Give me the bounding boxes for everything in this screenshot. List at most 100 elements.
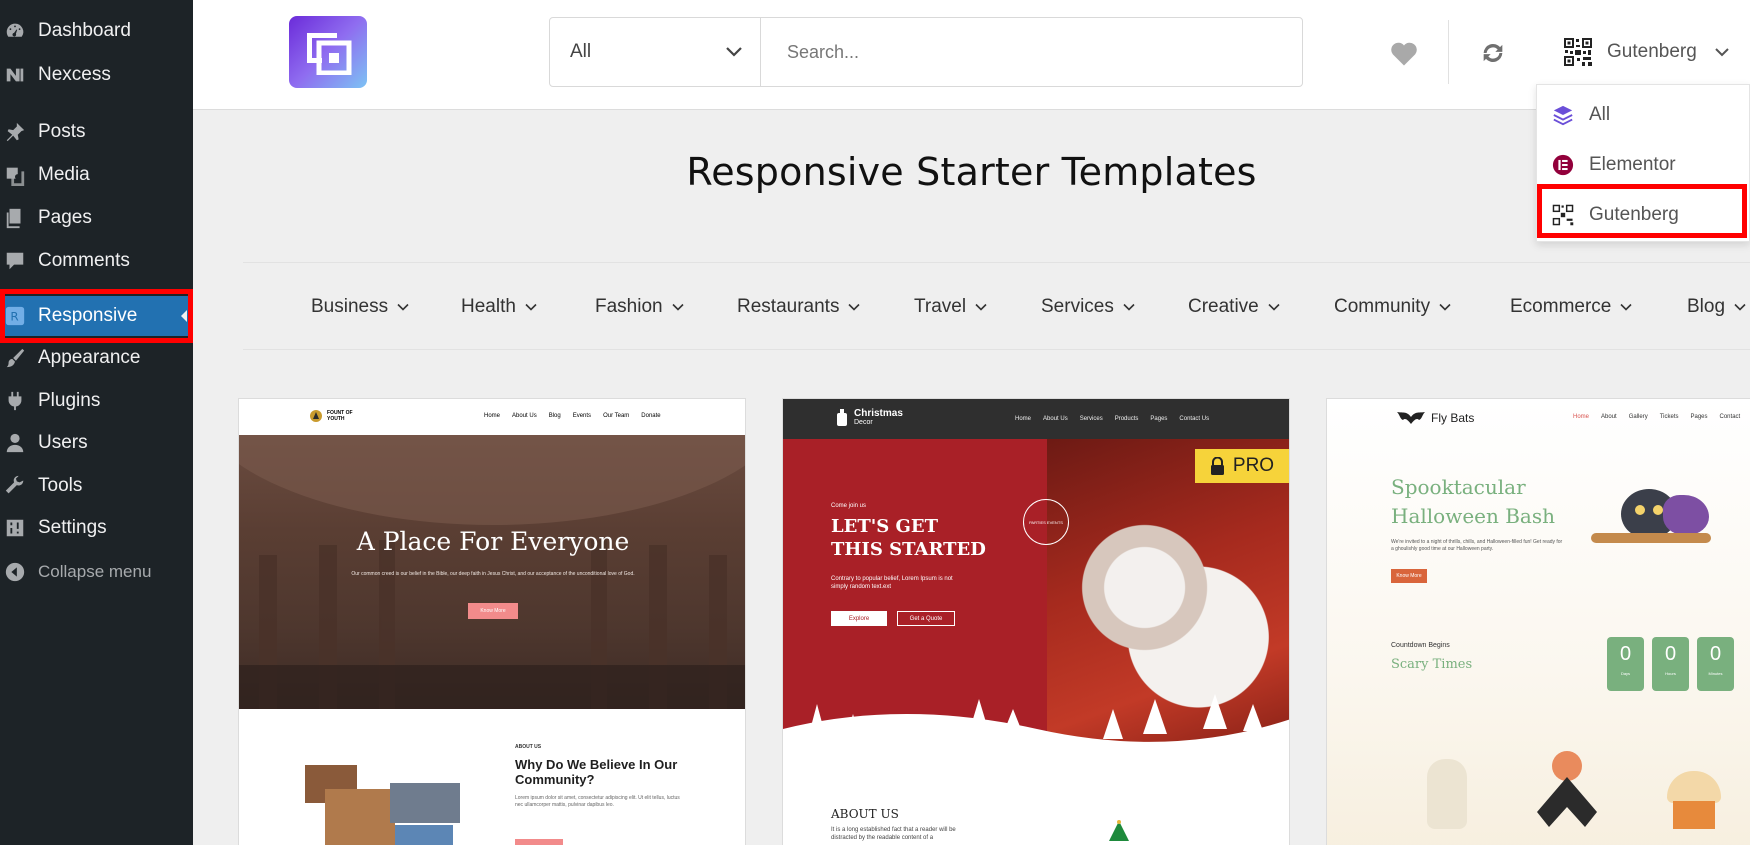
builder-option-all[interactable]: All (1537, 90, 1750, 140)
user-icon (2, 431, 28, 455)
category-services[interactable]: Services (1041, 263, 1135, 351)
preview-nav-link: Services (1079, 416, 1103, 422)
nexcess-icon (2, 63, 28, 87)
gutenberg-qr-icon (1563, 37, 1593, 67)
sidebar-item-label: Pages (38, 207, 92, 228)
chevron-down-icon (1620, 303, 1632, 311)
sidebar-item-label: Nexcess (38, 64, 111, 85)
search-filter-select[interactable]: All (550, 18, 761, 86)
mummy-illustration (1427, 759, 1467, 829)
template-card-christmas-decor[interactable]: Christmas Decor Home About Us Services P… (782, 398, 1290, 850)
countdown-days: 0 Days (1607, 637, 1644, 691)
countdown-value: 0 (1709, 643, 1722, 665)
preview-nav-link: Our Team (603, 413, 630, 419)
page-builder-label: Gutenberg (1607, 41, 1697, 62)
collapse-menu-button[interactable]: Collapse menu (0, 552, 193, 592)
preview-brand: Christmas Decor (835, 409, 903, 427)
category-label: Creative (1188, 296, 1259, 317)
preview-nav-link: Tickets (1659, 414, 1679, 420)
sidebar-item-posts[interactable]: Posts (0, 112, 193, 152)
sync-refresh-icon[interactable] (1476, 36, 1510, 70)
preview-nav-links: Home About Gallery Tickets Pages Contact (1573, 414, 1740, 420)
preview-brand: Fly Bats (1397, 411, 1474, 425)
sidebar-item-label: Settings (38, 517, 107, 538)
sidebar-item-label: Plugins (38, 390, 101, 411)
pages-icon (2, 206, 28, 230)
page-builder-select[interactable]: Gutenberg (1563, 22, 1729, 82)
chevron-down-icon (397, 303, 409, 311)
category-label: Blog (1687, 296, 1726, 317)
sidebar-item-dashboard[interactable]: Dashboard (0, 11, 193, 51)
category-creative[interactable]: Creative (1188, 263, 1280, 351)
category-fashion[interactable]: Fashion (595, 263, 684, 351)
current-indicator (181, 310, 187, 322)
lantern-logo-icon (837, 409, 847, 426)
preview-hero-button: Know More (1391, 569, 1427, 583)
favorites-heart-icon[interactable] (1387, 36, 1421, 70)
template-card-fount-of-youth[interactable]: FOUNT OF YOUTH Home About Us Blog Events… (238, 398, 746, 850)
category-label: Travel (914, 296, 967, 317)
preview-navbar: Fly Bats Home About Gallery Tickets Page… (1327, 399, 1750, 435)
builder-option-gutenberg[interactable]: Gutenberg (1537, 190, 1750, 240)
category-health[interactable]: Health (461, 263, 537, 351)
page-title: Responsive Starter Templates (686, 150, 1257, 194)
app-logo[interactable] (289, 16, 367, 88)
chevron-down-icon (1715, 47, 1729, 56)
preview-nav-link: Pages (1690, 414, 1708, 420)
category-travel[interactable]: Travel (914, 263, 987, 351)
sidebar-item-label: Tools (38, 475, 83, 496)
bat-logo-icon (1397, 412, 1425, 424)
chevron-down-icon (672, 303, 684, 311)
plugin-icon (2, 389, 28, 413)
sidebar-item-nexcess[interactable]: Nexcess (0, 55, 193, 95)
preview-nav-link: Donate (641, 413, 661, 419)
sidebar-item-comments[interactable]: Comments (0, 241, 193, 281)
preview-hero-text: Contrary to popular belief, Lorem Ipsum … (831, 576, 953, 590)
preview-nav-link: Products (1114, 416, 1139, 422)
sidebar-item-label: Responsive (38, 305, 138, 326)
chevron-down-icon (1268, 303, 1280, 311)
category-business[interactable]: Business (311, 263, 409, 351)
preview-hero: A Place For Everyone Our common creed is… (239, 435, 745, 709)
sidebar-item-tools[interactable]: Tools (0, 466, 193, 506)
brand-logo-icon (310, 410, 322, 422)
preview-hero-title-line: Halloween Bash (1391, 504, 1555, 528)
sidebar-item-appearance[interactable]: Appearance (0, 338, 193, 378)
preview-section-text: Lorem ipsum dolor sit amet, consectetur … (515, 795, 680, 808)
black-cat-illustration (1591, 469, 1711, 559)
preview-hero-title: A Place For Everyone (356, 527, 630, 556)
preview-hero-button: Know More (468, 603, 518, 619)
category-community[interactable]: Community (1334, 263, 1451, 351)
sidebar-item-responsive[interactable]: R Responsive (0, 296, 193, 336)
pro-badge: PRO (1195, 449, 1289, 483)
header-divider (1448, 20, 1449, 84)
preview-countdown: 0 Days 0 Hours 0 Minutes (1607, 637, 1734, 691)
search-input[interactable] (761, 18, 1302, 86)
category-restaurants[interactable]: Restaurants (737, 263, 861, 351)
preview-hero-title-line: Spooktacular (1391, 475, 1526, 499)
template-card-fly-bats[interactable]: Fly Bats Home About Gallery Tickets Page… (1326, 398, 1750, 850)
category-label: Community (1334, 296, 1431, 317)
preview-brand-sub: Decor (854, 419, 873, 426)
templates-header: All Gutenberg (193, 0, 1750, 110)
builder-option-label: All (1589, 104, 1611, 125)
preview-nav-link: Blog (548, 413, 561, 419)
bottom-edge (0, 845, 1750, 850)
layers-icon (1551, 103, 1575, 127)
sidebar-item-pages[interactable]: Pages (0, 198, 193, 238)
preview-brand-name: Christmas (854, 408, 903, 419)
sidebar-item-plugins[interactable]: Plugins (0, 381, 193, 421)
preview-brand-name: FOUNT OF YOUTH (327, 410, 353, 422)
sidebar-item-media[interactable]: Media (0, 155, 193, 195)
sidebar-item-users[interactable]: Users (0, 423, 193, 463)
preview-nav-link: Home (484, 413, 501, 419)
preview-section-title: Why Do We Believe In Our Community? (515, 757, 678, 787)
sidebar-item-settings[interactable]: Settings (0, 508, 193, 548)
countdown-minutes: 0 Minutes (1697, 637, 1734, 691)
preview-kicker: Come join us (831, 503, 867, 509)
countdown-hours: 0 Hours (1652, 637, 1689, 691)
chevron-down-icon (1123, 303, 1135, 311)
snow-trees-illustration (783, 694, 1289, 769)
category-ecommerce[interactable]: Ecommerce (1510, 263, 1632, 351)
category-blog[interactable]: Blog (1687, 263, 1746, 351)
